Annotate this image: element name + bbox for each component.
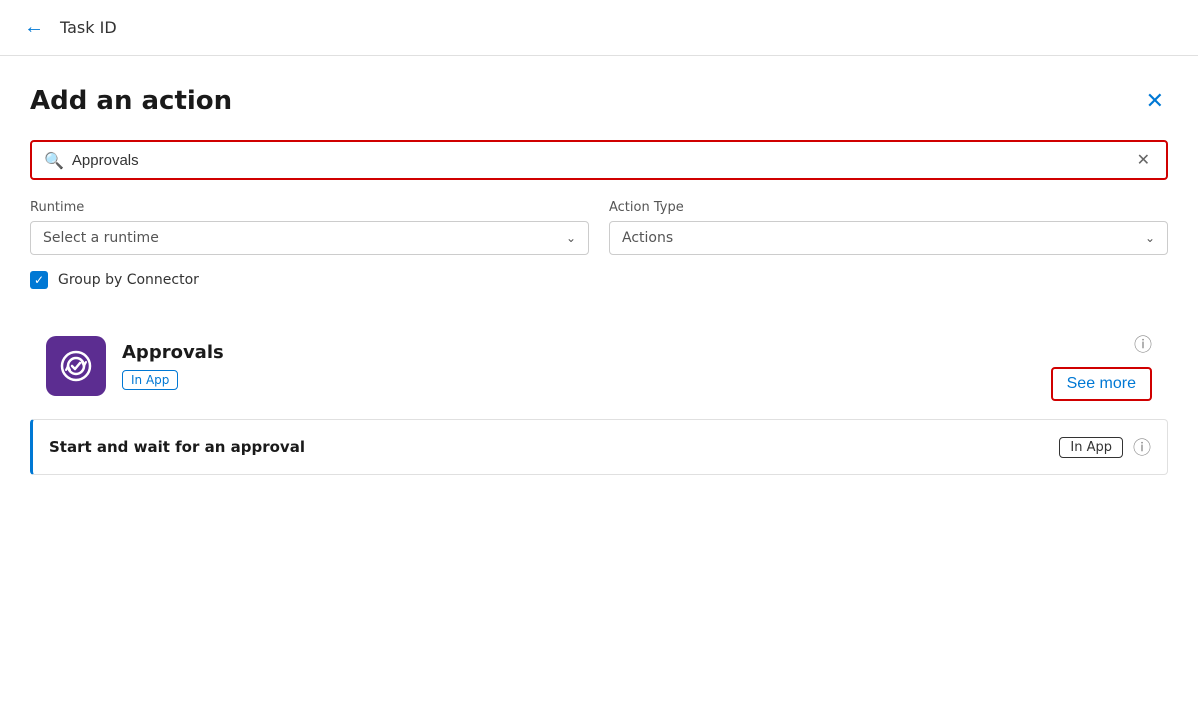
header: ← Task ID [0, 0, 1198, 56]
connector-section: Approvals In App ⓘ See more Start and wa… [30, 317, 1168, 475]
filters-row: Runtime Select a runtime ⌄ Action Type A… [30, 200, 1168, 255]
connector-info-icon[interactable]: ⓘ [1134, 331, 1152, 357]
panel-title-row: Add an action ✕ [30, 86, 1168, 116]
search-clear-button[interactable]: ✕ [1133, 150, 1154, 170]
see-more-button[interactable]: See more [1051, 367, 1152, 401]
back-icon: ← [24, 16, 44, 39]
action-info-icon[interactable]: ⓘ [1133, 434, 1151, 460]
action-row[interactable]: Start and wait for an approval In App ⓘ [30, 419, 1168, 475]
close-button[interactable]: ✕ [1142, 86, 1168, 116]
connector-actions: ⓘ See more [1051, 331, 1152, 401]
approvals-connector-card: Approvals In App ⓘ See more [30, 317, 1168, 415]
main-panel: Add an action ✕ 🔍 ✕ Runtime Select a run… [0, 56, 1198, 505]
chevron-down-icon: ⌄ [566, 231, 576, 245]
chevron-down-icon-2: ⌄ [1145, 231, 1155, 245]
runtime-filter: Runtime Select a runtime ⌄ [30, 200, 589, 255]
header-title: Task ID [60, 18, 117, 37]
connector-in-app-badge: In App [122, 370, 178, 390]
back-button[interactable]: ← [20, 12, 48, 43]
connector-icon [46, 336, 106, 396]
action-label: Start and wait for an approval [49, 438, 1059, 456]
action-in-app-badge: In App [1059, 437, 1123, 458]
action-type-label: Action Type [609, 200, 1168, 215]
runtime-select[interactable]: Select a runtime ⌄ [30, 221, 589, 255]
connector-info: Approvals In App [122, 342, 1051, 390]
search-icon: 🔍 [44, 151, 64, 170]
group-by-connector-checkbox[interactable]: ✓ [30, 271, 48, 289]
approvals-icon-svg [58, 348, 94, 384]
action-type-value: Actions [622, 230, 673, 246]
action-type-filter: Action Type Actions ⌄ [609, 200, 1168, 255]
action-type-select[interactable]: Actions ⌄ [609, 221, 1168, 255]
checkmark-icon: ✓ [34, 273, 44, 287]
group-by-connector-row: ✓ Group by Connector [30, 271, 1168, 289]
panel-title: Add an action [30, 86, 232, 116]
action-row-right: In App ⓘ [1059, 434, 1151, 460]
runtime-label: Runtime [30, 200, 589, 215]
search-input[interactable] [72, 152, 1133, 169]
search-box: 🔍 ✕ [30, 140, 1168, 180]
group-by-connector-label: Group by Connector [58, 272, 199, 288]
runtime-value: Select a runtime [43, 230, 159, 246]
connector-name: Approvals [122, 342, 1051, 363]
